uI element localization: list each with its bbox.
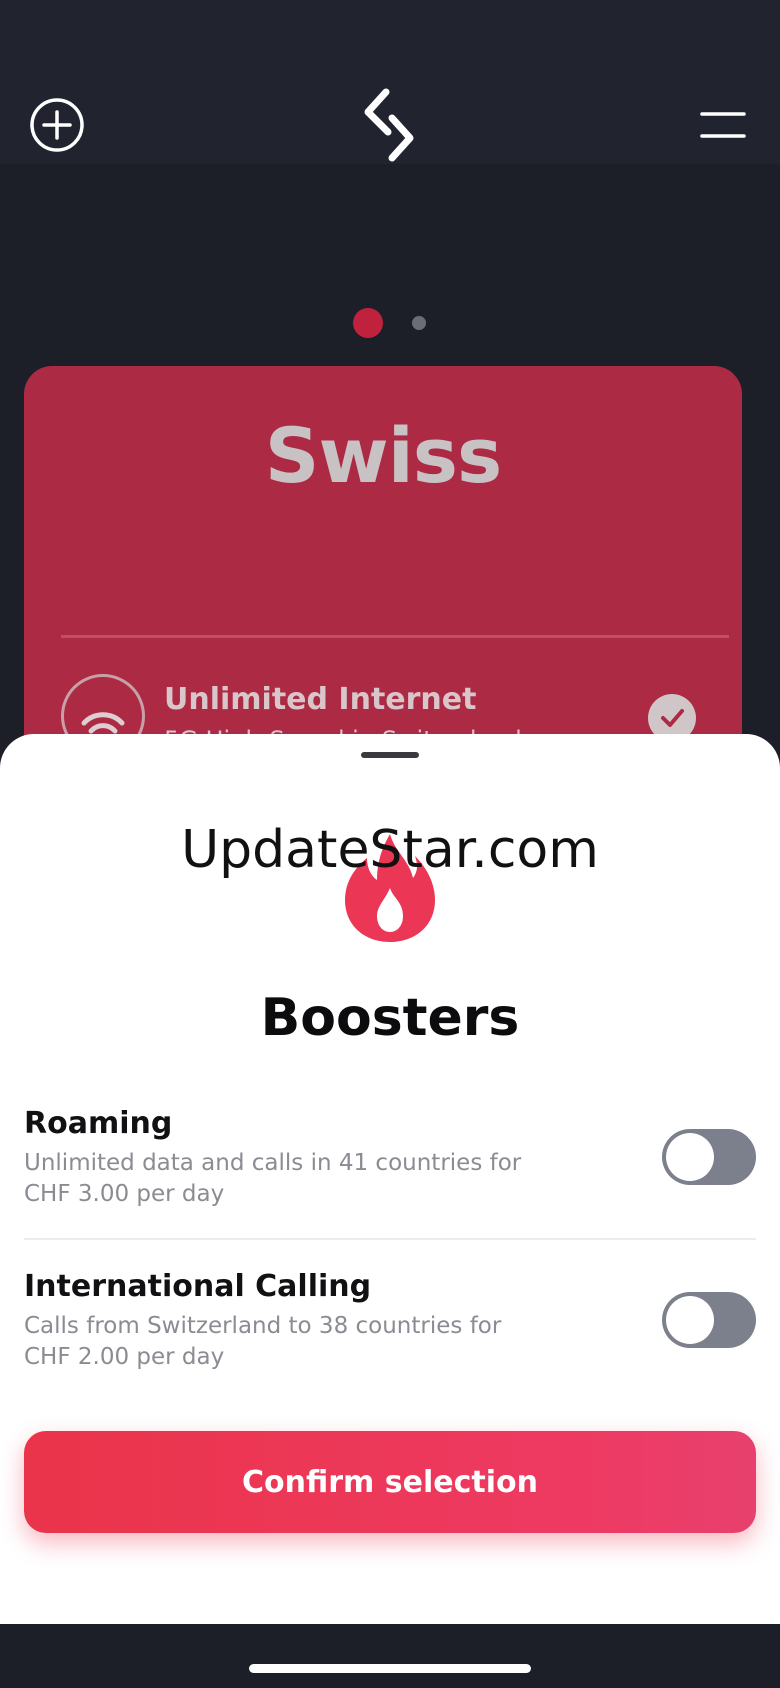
page-dot[interactable]: [412, 316, 426, 330]
booster-description-roaming: Unlimited data and calls in 41 countries…: [24, 1150, 522, 1207]
watermark-text: UpdateStar.com: [181, 820, 599, 880]
feature-title: Unlimited Internet: [164, 682, 477, 717]
hamburger-menu-icon[interactable]: [700, 110, 746, 140]
booster-description-international-calling: Calls from Switzerland to 38 countries f…: [24, 1313, 502, 1370]
plus-circle-icon[interactable]: [29, 97, 85, 153]
booster-title-international-calling: International Calling: [24, 1269, 372, 1304]
confirm-selection-button[interactable]: Confirm selection: [24, 1431, 756, 1533]
brand-logo-icon: [364, 88, 414, 162]
sheet-drag-handle[interactable]: [361, 752, 419, 758]
toggle-knob: [666, 1133, 714, 1181]
carousel-page-indicator: [350, 308, 430, 338]
toggle-knob: [666, 1296, 714, 1344]
top-navigation-bar: [0, 0, 780, 164]
booster-title-roaming: Roaming: [24, 1106, 173, 1141]
home-indicator[interactable]: [249, 1664, 531, 1673]
international-calling-toggle[interactable]: [662, 1292, 756, 1348]
plan-name: Swiss: [264, 411, 502, 500]
plan-divider: [61, 635, 729, 638]
roaming-toggle[interactable]: [662, 1129, 756, 1185]
page-dot-active[interactable]: [353, 308, 383, 338]
sheet-title: Boosters: [260, 988, 520, 1048]
plan-card[interactable]: Swiss Unlimited Internet 5G High-Speed i…: [24, 366, 742, 786]
system-bottom-bar: [0, 1624, 780, 1688]
boosters-bottom-sheet: UpdateStar.com Boosters Roaming Unlimite…: [0, 734, 780, 1624]
row-divider: [24, 1238, 756, 1240]
